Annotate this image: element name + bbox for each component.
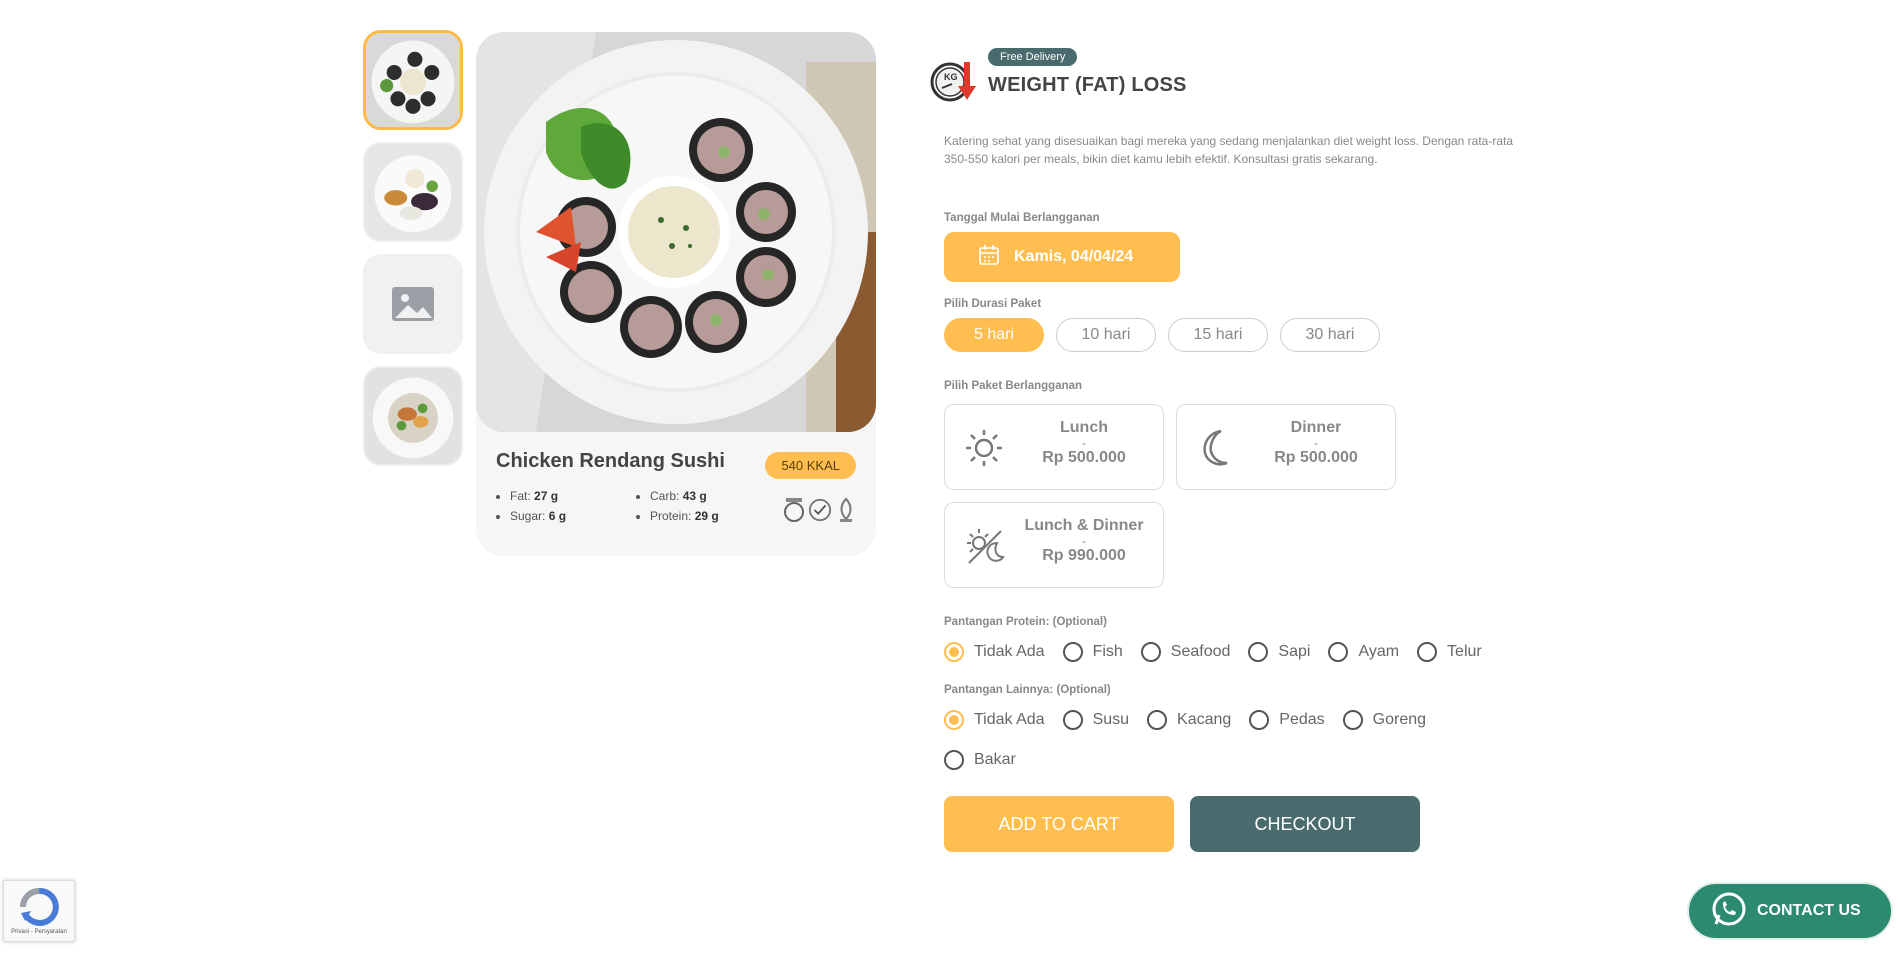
package-description: Katering sehat yang disesuaikan bagi mer… — [944, 134, 1514, 166]
calorie-badge: 540 KKAL — [765, 452, 856, 479]
plan-dinner[interactable]: Dinner - Rp 500.000 — [1176, 404, 1396, 490]
protein-option-ayam[interactable]: Ayam — [1328, 642, 1399, 662]
radio-button[interactable] — [1062, 710, 1083, 730]
other-option-kacang[interactable]: Kacang — [1147, 710, 1231, 730]
radio-button[interactable] — [1417, 642, 1438, 662]
radio-button[interactable] — [1140, 642, 1161, 662]
protein-option-sapi[interactable]: Sapi — [1248, 642, 1310, 662]
recaptcha-badge[interactable]: Privasi - Persyaratan — [3, 880, 75, 942]
protein-option-fish[interactable]: Fish — [1062, 642, 1123, 662]
product-photo — [476, 32, 876, 432]
start-date-value: Kamis, 04/04/24 — [1014, 248, 1134, 265]
start-date-label: Tanggal Mulai Berlangganan — [944, 212, 1100, 224]
product-card: Chicken Rendang Sushi 540 KKAL Fat: 27 g… — [476, 32, 876, 556]
moon-icon — [1195, 427, 1237, 469]
duration-option-30[interactable]: 30 hari — [1280, 318, 1380, 352]
nutrition-protein: Protein: 29 g — [650, 509, 776, 523]
sun-icon — [963, 427, 1005, 469]
calendar-icon — [978, 244, 1000, 271]
package-title: WEIGHT (FAT) LOSS — [988, 74, 1187, 96]
other-option-tidak-ada[interactable]: Tidak Ada — [944, 710, 1045, 730]
plan-lunch[interactable]: Lunch - Rp 500.000 — [944, 404, 1164, 490]
action-buttons: ADD TO CART CHECKOUT — [944, 796, 1530, 852]
recaptcha-links[interactable]: Privasi - Persyaratan — [4, 929, 74, 935]
halal-icon — [782, 496, 806, 524]
radio-button[interactable] — [944, 750, 964, 770]
protein-option-tidak-ada[interactable]: Tidak Ada — [944, 642, 1045, 662]
radio-button[interactable] — [1328, 642, 1349, 662]
other-restriction-options: Tidak Ada Susu Kacang Pedas Goreng Bakar — [944, 710, 1504, 770]
protein-restriction-options: Tidak Ada Fish Seafood Sapi Ayam Telur — [944, 642, 1530, 662]
bpom-icon — [834, 496, 858, 524]
thumbnail-side-dishes[interactable] — [363, 142, 463, 242]
thumbnail-placeholder[interactable] — [363, 254, 463, 354]
other-restriction-label: Pantangan Lainnya: (Optional) — [944, 684, 1111, 696]
radio-button[interactable] — [944, 642, 964, 662]
radio-button[interactable] — [944, 710, 964, 730]
protein-option-telur[interactable]: Telur — [1417, 642, 1482, 662]
other-option-susu[interactable]: Susu — [1062, 710, 1129, 730]
plan-dash: - — [1082, 534, 1086, 548]
contact-us-button[interactable]: CONTACT US — [1687, 882, 1893, 940]
plan-label: Pilih Paket Berlangganan — [944, 380, 1083, 392]
other-option-goreng[interactable]: Goreng — [1342, 710, 1426, 730]
duration-option-15[interactable]: 15 hari — [1168, 318, 1268, 352]
thumbnail-list — [363, 30, 467, 478]
certification-icons — [782, 496, 858, 524]
radio-button[interactable] — [1062, 642, 1083, 662]
plan-dash: - — [1314, 436, 1318, 450]
free-delivery-badge: Free Delivery — [988, 48, 1078, 66]
plan-name: Lunch & Dinner — [1024, 517, 1144, 534]
plan-lunch-dinner[interactable]: Lunch & Dinner - Rp 990.000 — [944, 502, 1164, 588]
sun-moon-icon — [963, 525, 1005, 567]
plan-price: Rp 500.000 — [1274, 449, 1358, 466]
duration-option-10[interactable]: 10 hari — [1056, 318, 1156, 352]
duration-options: 5 hari 10 hari 15 hari 30 hari — [944, 318, 1530, 352]
other-option-pedas[interactable]: Pedas — [1249, 710, 1325, 730]
plan-price: Rp 990.000 — [1042, 547, 1126, 564]
plan-price: Rp 500.000 — [1042, 449, 1126, 466]
checkout-button[interactable]: CHECKOUT — [1190, 796, 1420, 852]
protein-restriction-label: Pantangan Protein: (Optional) — [944, 616, 1107, 628]
add-to-cart-button[interactable]: ADD TO CART — [944, 796, 1174, 852]
radio-button[interactable] — [1248, 642, 1269, 662]
radio-button[interactable] — [1342, 710, 1363, 730]
duration-label: Pilih Durasi Paket — [944, 298, 1042, 310]
plan-name: Dinner — [1290, 419, 1342, 436]
radio-button[interactable] — [1147, 710, 1168, 730]
plan-options: Lunch - Rp 500.000 Dinner - Rp 500.000 L… — [944, 404, 1530, 588]
thumbnail-sushi[interactable] — [363, 30, 463, 130]
duration-option-5[interactable]: 5 hari — [944, 318, 1044, 352]
protein-option-seafood[interactable]: Seafood — [1140, 642, 1230, 662]
check-badge-icon — [808, 496, 832, 524]
plan-dash: - — [1082, 436, 1086, 450]
nutrition-sugar: Sugar: 6 g — [510, 509, 636, 523]
svg-text:KG: KG — [944, 72, 958, 82]
contact-us-label: CONTACT US — [1757, 902, 1861, 919]
nutrition-carb: Carb: 43 g — [650, 489, 776, 503]
nutrition-fat: Fat: 27 g — [510, 489, 636, 503]
weight-scale-icon: KG — [930, 58, 982, 104]
other-option-bakar[interactable]: Bakar — [944, 750, 1486, 770]
plan-name: Lunch — [1060, 419, 1108, 436]
thumbnail-salad[interactable] — [363, 366, 463, 466]
whatsapp-icon — [1711, 891, 1747, 932]
start-date-picker[interactable]: Kamis, 04/04/24 — [944, 232, 1180, 282]
package-details: KG Free Delivery WEIGHT (FAT) LOSS Kater… — [930, 46, 1530, 852]
radio-button[interactable] — [1249, 710, 1270, 730]
